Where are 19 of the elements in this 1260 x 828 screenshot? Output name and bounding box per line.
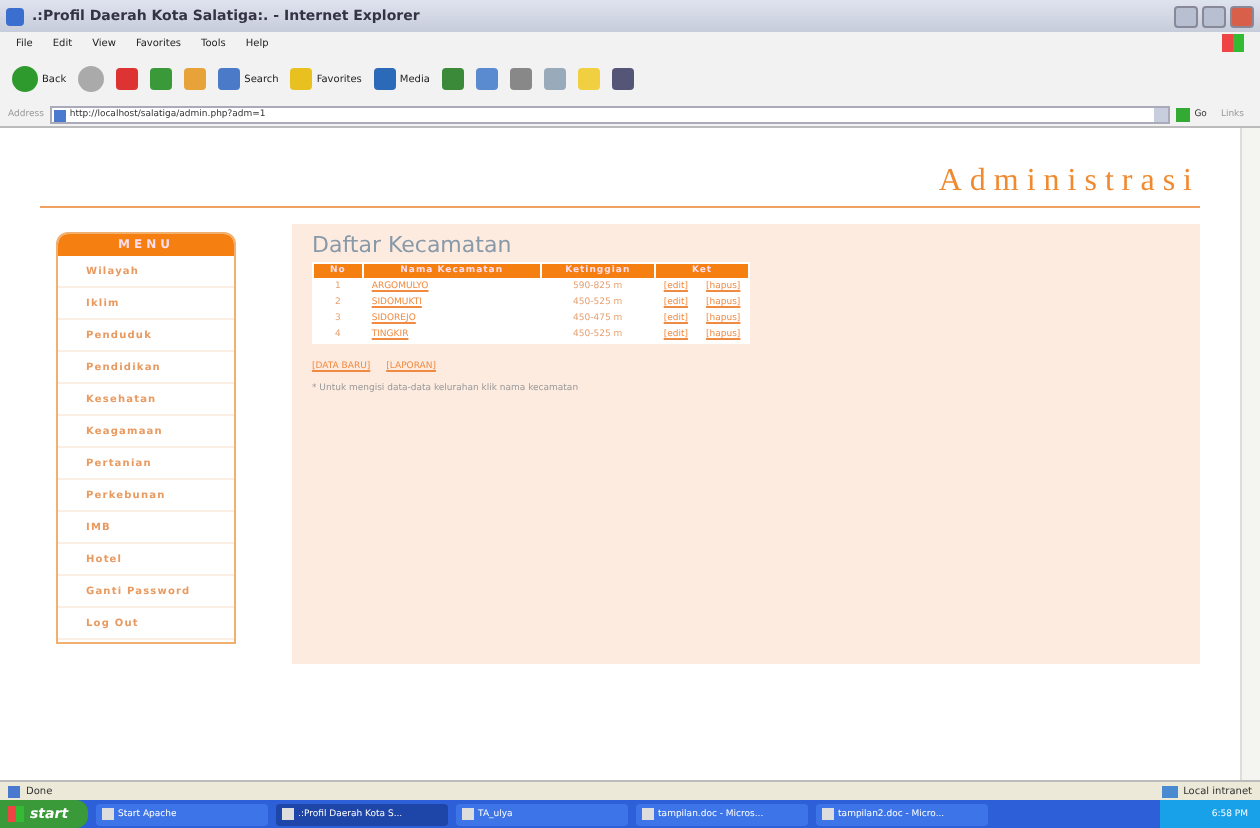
windows-logo-icon	[1222, 34, 1244, 52]
edit-button[interactable]	[543, 68, 566, 90]
page-icon	[8, 785, 20, 797]
page-heading: Daftar Kecamatan	[312, 232, 514, 258]
browser-icon	[6, 7, 24, 25]
print-button[interactable]	[509, 68, 532, 90]
maximize-button[interactable]	[1202, 5, 1226, 27]
mail-button[interactable]	[475, 68, 498, 90]
scrollbar[interactable]	[1240, 128, 1260, 780]
page-header: Administrasi	[40, 156, 1200, 208]
messenger-button[interactable]	[611, 68, 634, 90]
stop-button[interactable]	[116, 68, 139, 90]
refresh-button[interactable]	[150, 68, 173, 90]
history-button[interactable]	[441, 68, 464, 90]
network-icon	[1161, 785, 1178, 797]
home-button[interactable]	[184, 68, 207, 90]
minimize-button[interactable]	[1174, 5, 1198, 27]
forward-button[interactable]	[78, 66, 105, 92]
close-button[interactable]	[1230, 5, 1254, 27]
